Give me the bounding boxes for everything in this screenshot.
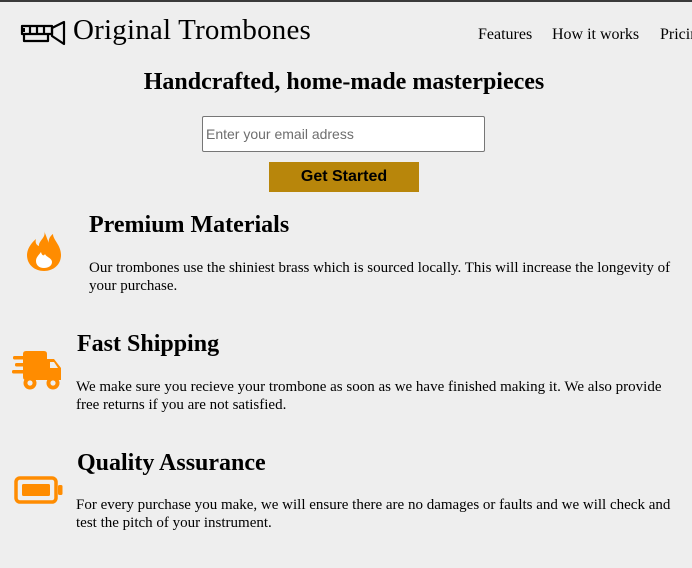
nav-link-features[interactable]: Features bbox=[478, 24, 532, 46]
email-input[interactable] bbox=[202, 116, 485, 152]
fire-icon bbox=[26, 230, 62, 277]
window-top-border bbox=[0, 0, 692, 2]
shipping-truck-icon bbox=[12, 350, 62, 395]
feature-title-premium-materials: Premium Materials bbox=[89, 212, 290, 238]
nav-link-pricing[interactable]: Pricing bbox=[660, 24, 692, 46]
hero-title: Handcrafted, home-made masterpieces bbox=[143, 69, 545, 95]
feature-text-quality-assurance: For every purchase you make, we will ens… bbox=[76, 497, 671, 531]
feature-text-premium-materials: Our trombones use the shiniest brass whi… bbox=[89, 260, 671, 294]
nav-link-how-it-works[interactable]: How it works bbox=[552, 24, 639, 46]
battery-icon bbox=[14, 476, 64, 511]
feature-title-quality-assurance: Quality Assurance bbox=[77, 450, 266, 476]
feature-text-fast-shipping: We make sure you recieve your trombone a… bbox=[76, 379, 662, 413]
get-started-button[interactable]: Get Started bbox=[269, 162, 419, 192]
feature-title-fast-shipping: Fast Shipping bbox=[77, 331, 220, 357]
main-nav: Features How it works Pricing bbox=[0, 24, 692, 46]
